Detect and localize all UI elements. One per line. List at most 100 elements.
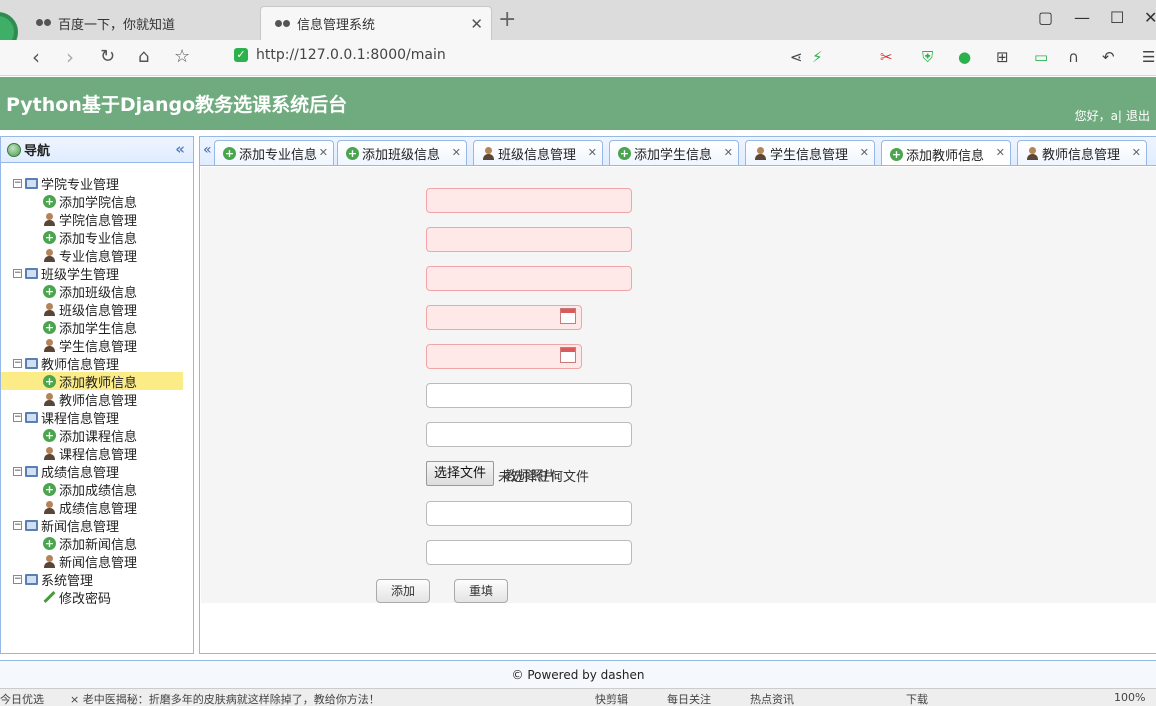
tree-item[interactable]: 成绩信息管理 (1, 498, 193, 517)
content-tab[interactable]: + 添加学生信息 ✕ (609, 140, 739, 165)
collapse-toggle-icon[interactable]: − (13, 268, 22, 278)
calendar-icon[interactable] (560, 308, 576, 324)
menu-icon[interactable]: ☰ (1142, 48, 1155, 66)
tree-item[interactable]: 课程信息管理 (1, 444, 193, 463)
collapse-toggle-icon[interactable]: − (13, 574, 22, 584)
tree-item[interactable]: 学生信息管理 (1, 336, 193, 355)
tab-close-icon[interactable]: ✕ (319, 146, 328, 159)
content-tab[interactable]: + 添加专业信息 ✕ (214, 140, 334, 165)
text-input[interactable] (426, 501, 632, 526)
tree-item[interactable]: + 添加班级信息 (1, 282, 193, 301)
tree-group[interactable]: − 新闻信息管理 (1, 516, 193, 535)
tree-group[interactable]: − 教师信息管理 (1, 354, 193, 373)
date-input[interactable] (426, 305, 582, 330)
tab-close-icon[interactable]: ✕ (1132, 146, 1141, 159)
collapse-toggle-icon[interactable]: − (13, 520, 22, 530)
tree-group[interactable]: − 课程信息管理 (1, 408, 193, 427)
tree-item[interactable]: 专业信息管理 (1, 246, 193, 265)
content-tab[interactable]: 学生信息管理 ✕ (745, 140, 875, 165)
tab-close-icon[interactable]: ✕ (470, 15, 483, 33)
status-item[interactable]: 热点资讯 (750, 691, 794, 706)
battery-icon[interactable]: ▭ (1034, 48, 1048, 66)
tab-close-icon[interactable]: ✕ (588, 146, 597, 159)
tree-item[interactable]: 教师信息管理 (1, 390, 193, 409)
content-tab[interactable]: + 添加班级信息 ✕ (337, 140, 467, 165)
tree-item[interactable]: 学院信息管理 (1, 210, 193, 229)
status-news[interactable]: × 老中医揭秘：折磨多年的皮肤病就这样除掉了，教给你方法！ (70, 691, 380, 706)
tree-item[interactable]: + 添加新闻信息 (1, 534, 193, 553)
tree-item[interactable]: + 添加专业信息 (1, 228, 193, 247)
tree-group[interactable]: − 学院专业管理 (1, 174, 193, 193)
content-tab[interactable]: 教师信息管理 ✕ (1017, 140, 1147, 165)
reset-button[interactable]: 重填 (454, 579, 508, 603)
browser-tab-info-system[interactable]: 信息管理系统 ✕ (260, 6, 492, 40)
zoom-level[interactable]: 100% (1114, 691, 1145, 704)
home-icon[interactable]: ⌂ (138, 46, 149, 68)
text-input[interactable] (426, 422, 632, 447)
collapse-toggle-icon[interactable]: − (13, 358, 22, 368)
text-input[interactable] (426, 188, 632, 213)
tab-close-icon[interactable]: ✕ (724, 146, 733, 159)
refresh-icon[interactable]: ↻ (100, 46, 115, 68)
tabs-scroll-left-icon[interactable]: « (203, 142, 212, 158)
main-panel: « + 添加专业信息 ✕ + 添加班级信息 ✕ 班级信息管理 ✕ + 添加学生信息 ✕ 学生信息管理 ✕… (199, 136, 1156, 654)
tree-item[interactable]: + 添加成绩信息 (1, 480, 193, 499)
tree-item[interactable]: + 添加学院信息 (1, 192, 193, 211)
tree-group[interactable]: − 班级学生管理 (1, 264, 193, 283)
maximize-button[interactable]: ☐ (1110, 8, 1124, 27)
close-window-button[interactable]: ✕ (1144, 8, 1156, 27)
add-icon: + (890, 147, 903, 161)
status-item[interactable]: 下载 (906, 691, 928, 706)
collapse-toggle-icon[interactable]: − (13, 178, 22, 188)
text-input[interactable] (426, 540, 632, 565)
tab-close-icon[interactable]: ✕ (860, 146, 869, 159)
calendar-icon[interactable] (560, 347, 576, 363)
text-input[interactable] (426, 227, 632, 252)
collapse-toggle-icon[interactable]: − (13, 466, 22, 476)
forward-icon[interactable]: › (66, 46, 74, 68)
choose-file-button[interactable]: 选择文件 (426, 461, 495, 486)
tree-item-label: 新闻信息管理 (59, 555, 138, 571)
lightning-icon[interactable]: ⚡ (812, 48, 823, 66)
scissors-icon[interactable]: ✂ (880, 48, 893, 66)
add-icon: + (43, 194, 56, 208)
app-title: Python基于Django教务选课系统后台 (6, 94, 348, 116)
tree-item[interactable]: 班级信息管理 (1, 300, 193, 319)
status-item[interactable]: 快剪辑 (595, 691, 628, 706)
star-icon[interactable]: ☆ (174, 46, 190, 68)
tree-item[interactable]: + 添加学生信息 (1, 318, 193, 337)
share-icon[interactable]: ⋖ (790, 48, 803, 66)
undo-icon[interactable]: ↶ (1102, 48, 1115, 66)
text-input[interactable] (426, 383, 632, 408)
date-input[interactable] (426, 344, 582, 369)
new-tab-button[interactable]: + (498, 9, 516, 31)
tree-group[interactable]: − 系统管理 (1, 570, 193, 589)
status-item[interactable]: 今日优选 (0, 691, 44, 706)
url-field[interactable]: ✓ http://127.0.0.1:8000/main (234, 47, 446, 63)
tab-close-icon[interactable]: ✕ (996, 146, 1005, 159)
user-icon (43, 248, 56, 262)
window-pin-icon[interactable]: ▢ (1038, 8, 1053, 27)
collapse-left-icon[interactable]: « (175, 140, 185, 158)
tree-item[interactable]: 修改密码 (1, 588, 193, 607)
logout-link[interactable]: 退出 (1126, 109, 1150, 123)
submit-button[interactable]: 添加 (376, 579, 430, 603)
content-tab[interactable]: + 添加教师信息 ✕ (881, 140, 1011, 165)
collapse-toggle-icon[interactable]: − (13, 412, 22, 422)
text-input[interactable] (426, 266, 632, 291)
chat-icon[interactable]: ● (958, 48, 971, 66)
back-icon[interactable]: ‹ (32, 46, 40, 68)
browser-tab-title: 百度一下，你就知道 (58, 17, 176, 33)
tree-item[interactable]: 新闻信息管理 (1, 552, 193, 571)
browser-tab-baidu[interactable]: 百度一下，你就知道 (22, 6, 258, 40)
status-item[interactable]: 每日关注 (667, 691, 711, 706)
tree-item[interactable]: + 添加课程信息 (1, 426, 193, 445)
headphones-icon[interactable]: ∩ (1068, 48, 1079, 66)
content-tab[interactable]: 班级信息管理 ✕ (473, 140, 603, 165)
tab-close-icon[interactable]: ✕ (452, 146, 461, 159)
minimize-button[interactable]: — (1074, 8, 1090, 27)
tree-item[interactable]: + 添加教师信息 (1, 372, 183, 391)
tree-group[interactable]: − 成绩信息管理 (1, 462, 193, 481)
apps-icon[interactable]: ⊞ (996, 48, 1009, 66)
shield-icon[interactable]: ⛨ (922, 48, 933, 66)
